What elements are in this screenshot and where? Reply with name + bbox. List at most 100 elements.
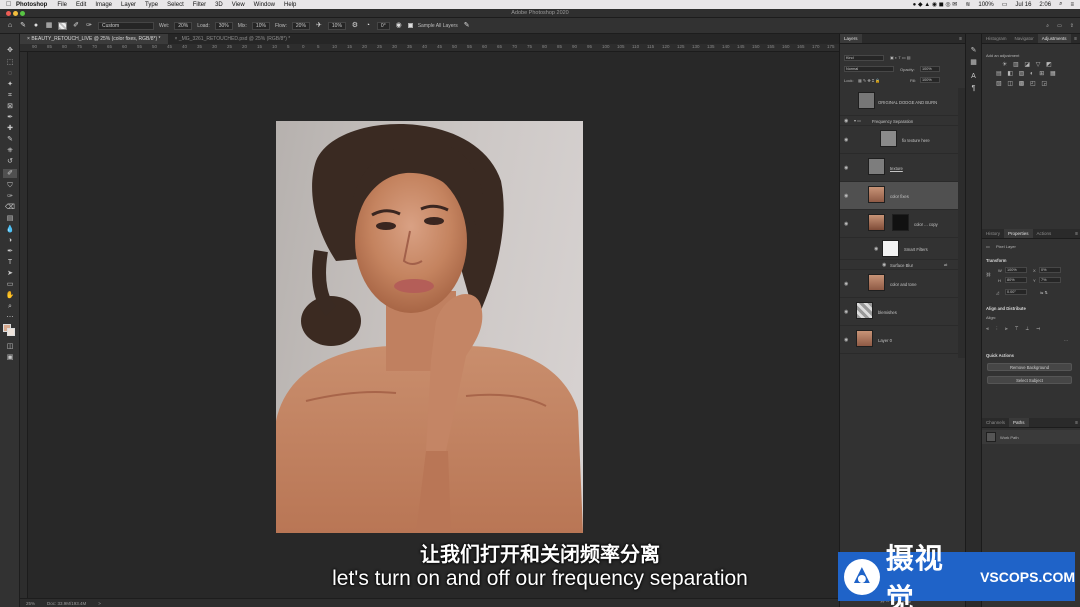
angle-field[interactable]: 0° bbox=[376, 21, 390, 30]
type-tool-icon[interactable]: T bbox=[3, 258, 17, 267]
link-proportions-icon[interactable]: ⛓ bbox=[986, 272, 991, 277]
blur-tool-icon[interactable]: 💧 bbox=[3, 225, 17, 234]
visibility-eye-icon[interactable]: ◉ bbox=[844, 337, 848, 343]
zoom-tool-icon[interactable]: ⌕ bbox=[3, 302, 17, 311]
blend-mode-select[interactable]: Normal bbox=[844, 66, 894, 72]
tab-paths[interactable]: Paths bbox=[1009, 418, 1029, 427]
share-icon[interactable]: ⇪ bbox=[1070, 23, 1074, 29]
more-options-icon[interactable]: ⋯ bbox=[1064, 338, 1068, 343]
height-field[interactable]: 80% bbox=[1005, 277, 1027, 283]
lock-icons[interactable]: ▦ ✎ ✥ ⌗ 🔒 bbox=[858, 78, 880, 83]
width-field[interactable]: 100% bbox=[1005, 267, 1027, 273]
brush-panel-icon[interactable]: ✎ bbox=[968, 46, 979, 55]
smoothing-field[interactable]: 10% bbox=[327, 21, 346, 30]
search-icon[interactable]: ⌕ bbox=[1046, 23, 1049, 29]
menu-filter[interactable]: Filter bbox=[193, 2, 206, 8]
tab-properties[interactable]: Properties bbox=[1004, 229, 1033, 238]
tab-channels[interactable]: Channels bbox=[982, 418, 1009, 427]
mixer-brush-tool-icon[interactable]: ✐ bbox=[3, 169, 17, 178]
document-canvas[interactable] bbox=[29, 52, 839, 598]
dodge-tool-icon[interactable]: ◑ bbox=[3, 236, 17, 245]
zoom-level[interactable]: 25% bbox=[26, 601, 35, 606]
menu-image[interactable]: Image bbox=[95, 2, 112, 8]
visibility-eye-icon[interactable]: ◉ bbox=[844, 281, 848, 287]
clean-brush-icon[interactable]: ✑ bbox=[85, 22, 93, 30]
panel-menu-icon[interactable]: ≡ bbox=[1075, 229, 1080, 238]
smoothing-settings-icon[interactable]: ⚙ bbox=[351, 22, 359, 30]
panel-menu-icon[interactable]: ≡ bbox=[1074, 34, 1080, 43]
character-panel-icon[interactable]: A bbox=[968, 72, 979, 81]
brush-tool-icon[interactable]: ✎ bbox=[3, 135, 17, 144]
screen-mode-icon[interactable]: ▣ bbox=[3, 353, 17, 362]
paragraph-panel-icon[interactable]: ¶ bbox=[968, 84, 979, 93]
adjustment-icons-row-3[interactable]: ▧ ◫ ▩ ◰ ◲ bbox=[996, 80, 1049, 87]
mixer-brush-icon[interactable]: ✎ bbox=[19, 22, 27, 30]
visibility-eye-icon[interactable]: ◉ bbox=[844, 137, 848, 143]
swatches-panel-icon[interactable]: ▦ bbox=[968, 58, 979, 67]
mix-field[interactable]: 10% bbox=[251, 21, 270, 30]
load-field[interactable]: 30% bbox=[214, 21, 233, 30]
date[interactable]: Jul 16 bbox=[1015, 2, 1031, 8]
menu-app-name[interactable]: Photoshop bbox=[16, 2, 47, 8]
layer-row-layer-0[interactable]: ◉ Layer 0 bbox=[840, 326, 958, 354]
menu-file[interactable]: File bbox=[57, 2, 67, 8]
search-icon[interactable]: ⌕ bbox=[1059, 1, 1062, 8]
menu-window[interactable]: Window bbox=[254, 2, 275, 8]
filter-kind-select[interactable]: Kind bbox=[844, 55, 884, 61]
stamp-tool-icon[interactable]: ⛉ bbox=[3, 181, 17, 190]
horizontal-ruler[interactable]: 90 85 80 75 70 65 60 55 50 45 40 35 30 25 20 15 10 5 0 5 10 1… bbox=[20, 44, 839, 52]
quick-mask-icon[interactable]: ◫ bbox=[3, 342, 17, 351]
visibility-eye-icon[interactable]: ◉ bbox=[844, 165, 848, 171]
menu-layer[interactable]: Layer bbox=[121, 2, 136, 8]
pressure-size-icon[interactable]: ✎ bbox=[463, 22, 471, 30]
visibility-eye-icon[interactable]: ◉ bbox=[882, 262, 886, 268]
path-row-work-path[interactable]: Work Path bbox=[982, 430, 1080, 444]
lasso-tool-icon[interactable]: ◌ bbox=[3, 69, 17, 78]
visibility-eye-icon[interactable]: ◉ bbox=[844, 309, 848, 315]
document-tab-active[interactable]: × BEAUTY_RETOUCH_LIVE @ 25% (color fixes… bbox=[20, 34, 168, 44]
tab-histogram[interactable]: Histogram bbox=[982, 34, 1011, 43]
visibility-eye-icon[interactable]: ◉ bbox=[844, 221, 848, 227]
history-brush-tool-icon[interactable]: ↺ bbox=[3, 157, 17, 166]
quick-select-tool-icon[interactable]: ✦ bbox=[3, 80, 17, 89]
brush-preset-icon[interactable]: ● bbox=[32, 22, 40, 30]
healing-brush-tool-icon[interactable]: ✚ bbox=[3, 124, 17, 133]
time[interactable]: 2:06 bbox=[1039, 2, 1051, 8]
portrait-photo[interactable] bbox=[276, 121, 583, 533]
maximize-window-button[interactable] bbox=[20, 11, 25, 16]
visibility-eye-icon[interactable]: ◉ bbox=[874, 246, 878, 252]
load-brush-icon[interactable]: ✐ bbox=[72, 22, 80, 30]
panel-menu-icon[interactable]: ≡ bbox=[1075, 418, 1080, 427]
layer-row-surface-blur[interactable]: ◉ Surface Blur ⇌ bbox=[840, 260, 958, 270]
tab-actions[interactable]: Actions bbox=[1033, 229, 1056, 238]
gradient-tool-icon[interactable]: ▤ bbox=[3, 214, 17, 223]
adjustment-icons-row-2[interactable]: ▤ ◧ ▨ ◐ ⊞ ▦ bbox=[996, 70, 1058, 77]
select-subject-button[interactable]: Select Subject bbox=[987, 376, 1072, 384]
battery-icon[interactable]: ▭ bbox=[1002, 1, 1008, 8]
menu-help[interactable]: Help bbox=[284, 2, 296, 8]
menu-type[interactable]: Type bbox=[145, 2, 158, 8]
align-buttons[interactable]: ⫷ ⫶ ⫸ ⊤ ⊥ ⊣ bbox=[986, 326, 1043, 332]
background-color-swatch[interactable] bbox=[7, 328, 15, 336]
blend-combination-select[interactable]: Custom bbox=[98, 21, 154, 30]
angle-field[interactable]: 0.00° bbox=[1005, 289, 1027, 295]
status-arrow[interactable]: > bbox=[98, 601, 101, 606]
filter-icons[interactable]: ▣ ◐ T ▭ ▤ bbox=[890, 55, 911, 60]
pressure-icon[interactable]: ◉ bbox=[395, 22, 403, 30]
current-brush-load-swatch[interactable] bbox=[58, 21, 67, 30]
group-folder-icon[interactable]: ▾ ▭ bbox=[854, 118, 861, 123]
status-icons[interactable]: ● ◆ ▲ ◉ ◼ ◎ ✉ bbox=[913, 1, 958, 8]
menu-3d[interactable]: 3D bbox=[215, 2, 223, 8]
tab-navigator[interactable]: Navigator bbox=[1011, 34, 1038, 43]
marquee-tool-icon[interactable]: ⬚ bbox=[3, 58, 17, 67]
layer-row-color-copy[interactable]: ◉ color ... copy bbox=[840, 210, 958, 238]
hand-tool-icon[interactable]: ✋ bbox=[3, 291, 17, 300]
tab-layers[interactable]: Layers bbox=[840, 34, 862, 43]
menu-edit[interactable]: Edit bbox=[76, 2, 86, 8]
more-tools-icon[interactable]: ⋯ bbox=[3, 313, 17, 322]
tab-adjustments[interactable]: Adjustments bbox=[1037, 34, 1071, 43]
menu-view[interactable]: View bbox=[232, 2, 245, 8]
apple-icon[interactable]:  bbox=[6, 1, 16, 8]
layer-mask-thumbnail[interactable] bbox=[892, 214, 909, 231]
flow-field[interactable]: 20% bbox=[291, 21, 310, 30]
